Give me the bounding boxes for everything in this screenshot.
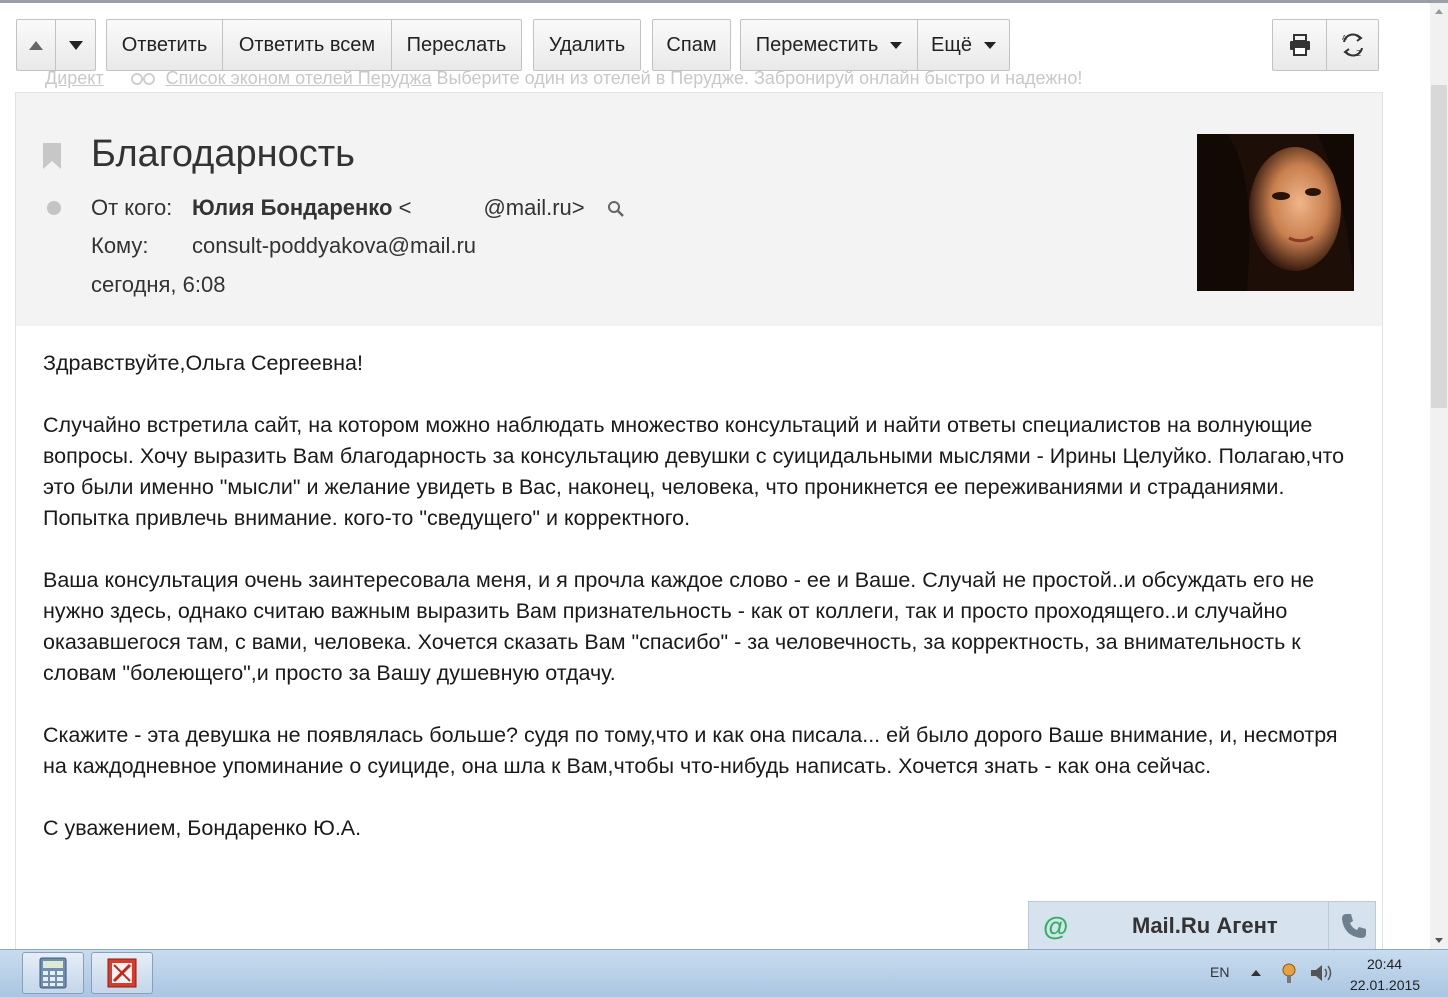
to-row: Кому: consult-poddyakova@mail.ru <box>91 233 476 259</box>
taskbar-paint-button[interactable] <box>91 952 153 994</box>
ad-link[interactable]: Список эконом отелей Перуджа <box>166 68 432 88</box>
more-button[interactable]: Ещё <box>918 19 1010 71</box>
network-icon[interactable] <box>1279 962 1299 984</box>
printer-icon <box>1289 34 1310 56</box>
svg-text:A: A <box>1342 35 1347 42</box>
taskbar-calculator-button[interactable] <box>22 952 84 994</box>
language-indicator[interactable]: EN <box>1210 964 1229 980</box>
from-label: От кого: <box>91 195 173 220</box>
owl-icon <box>130 73 155 86</box>
mailru-agent-widget[interactable]: @ Mail.Ru Агент <box>1028 901 1376 950</box>
sender-email: @mail.ru> <box>483 195 585 220</box>
message-frame: Благодарность От кого: Юлия Бондаренко < @… <box>15 92 1383 950</box>
sender-email-open: < <box>398 195 412 220</box>
more-label: Ещё <box>931 33 972 56</box>
message-body: Здравствуйте,Ольга Сергеевна! Случайно в… <box>43 348 1353 875</box>
tray-expand-icon[interactable] <box>1251 970 1261 976</box>
clock-date[interactable]: 22.01.2015 <box>1350 977 1420 993</box>
reply-all-button[interactable]: Ответить всем <box>223 19 392 71</box>
sender-name[interactable]: Юлия Бондаренко <box>192 195 392 220</box>
next-message-button[interactable] <box>56 19 96 71</box>
from-row: От кого: Юлия Бондаренко < @mail.ru> <box>91 195 625 221</box>
print-button[interactable] <box>1272 19 1327 71</box>
delete-button[interactable]: Удалить <box>533 19 641 71</box>
vertical-scrollbar[interactable] <box>1430 3 1448 949</box>
volume-icon[interactable] <box>1309 963 1333 983</box>
body-paragraph: Ваша консультация очень заинтересовала м… <box>43 568 1315 685</box>
agent-title: Mail.Ru Агент <box>1132 913 1278 938</box>
body-paragraph: Случайно встретила сайт, на котором можн… <box>43 413 1345 530</box>
forward-label: Переслать <box>406 33 507 56</box>
forward-button[interactable]: Переслать <box>392 19 522 71</box>
bookmark-icon[interactable] <box>43 143 61 169</box>
prev-message-button[interactable] <box>16 19 56 71</box>
scrollbar-thumb[interactable] <box>1431 85 1447 408</box>
to-label: Кому: <box>91 233 149 258</box>
reply-all-label: Ответить всем <box>238 33 376 56</box>
body-paragraph: Здравствуйте,Ольга Сергеевна! <box>43 351 363 375</box>
clock-time[interactable]: 20:44 <box>1367 956 1402 972</box>
ad-line: Директ Список эконом отелей Перуджа Выбе… <box>45 68 1082 90</box>
arrow-down-icon <box>68 40 83 50</box>
svg-text:Z: Z <box>1356 49 1361 58</box>
recipient-email: consult-poddyakova@mail.ru <box>192 233 477 258</box>
search-icon[interactable] <box>607 200 625 218</box>
move-label: Переместить <box>755 33 879 56</box>
move-button[interactable]: Переместить <box>740 19 918 71</box>
message-date: сегодня, 6:08 <box>91 272 226 297</box>
message-header: Благодарность От кого: Юлия Бондаренко < @… <box>16 92 1382 326</box>
message-subject: Благодарность <box>91 133 355 175</box>
paint-icon <box>107 958 137 988</box>
arrow-up-icon <box>29 40 43 50</box>
ad-text: Выберите один из отелей в Перудже. Забро… <box>431 68 1083 88</box>
chevron-down-icon <box>983 41 996 49</box>
reply-button[interactable]: Ответить <box>106 19 223 71</box>
window-top-border <box>0 0 1448 3</box>
body-paragraph: Скажите - эта девушка не появлялась боль… <box>43 723 1338 778</box>
delete-label: Удалить <box>548 33 626 56</box>
phone-icon[interactable] <box>1340 912 1368 940</box>
agent-divider <box>1328 902 1329 950</box>
body-paragraph: С уважением, Бондаренко Ю.А. <box>43 816 362 840</box>
translate-button[interactable]: A Z <box>1327 19 1379 71</box>
read-status-icon[interactable] <box>47 201 61 215</box>
chevron-down-icon <box>890 41 903 49</box>
redacted-area <box>411 197 484 215</box>
toolbar: Ответить Ответить всем Переслать Удалить… <box>0 19 1430 73</box>
spam-label: Спам <box>666 33 717 56</box>
sender-avatar[interactable] <box>1197 134 1354 291</box>
agent-at-icon: @ <box>1043 911 1069 941</box>
spam-button[interactable]: Спам <box>652 19 731 71</box>
windows-taskbar: EN 20:44 22.01.2015 <box>0 949 1448 997</box>
calculator-icon <box>39 957 67 989</box>
scroll-down-icon[interactable] <box>1435 938 1443 943</box>
ad-label-link[interactable]: Директ <box>45 68 104 88</box>
scroll-up-icon[interactable] <box>1435 9 1443 14</box>
translate-icon: A Z <box>1342 33 1363 58</box>
reply-label: Ответить <box>121 33 208 56</box>
